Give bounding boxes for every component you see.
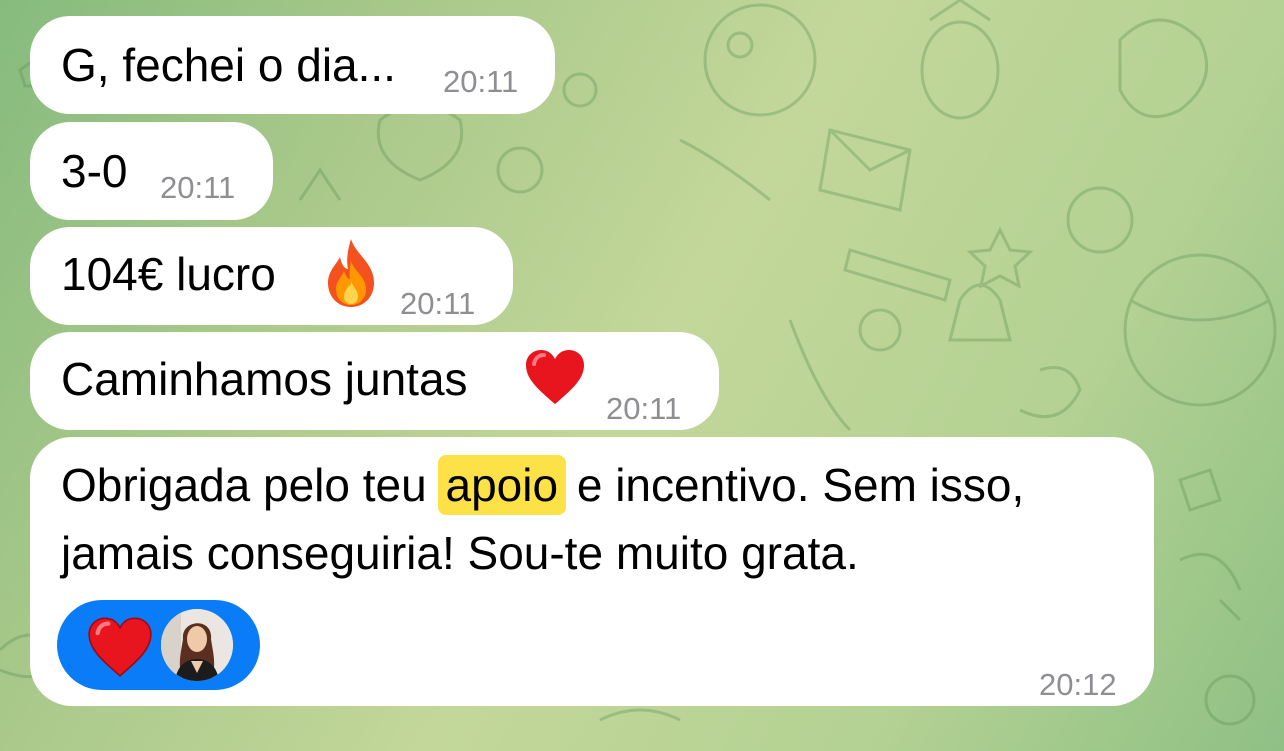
- message-timestamp: 20:11: [443, 64, 519, 99]
- message-text-line1: Obrigada pelo teu apoio e incentivo. Sem…: [61, 454, 1024, 516]
- message-bubble[interactable]: G, fechei o dia... 20:11: [30, 16, 555, 114]
- message-text: G, fechei o dia...: [61, 39, 396, 91]
- red-heart-emoji: [524, 348, 586, 406]
- message-timestamp: 20:11: [400, 286, 476, 321]
- message-bubble[interactable]: 3-0 20:11: [30, 122, 273, 220]
- message-bubble[interactable]: 104€ lucro 20:11: [30, 227, 513, 325]
- message-timestamp: 20:12: [1039, 667, 1117, 702]
- fire-emoji: [320, 237, 382, 309]
- red-heart-icon: [87, 614, 153, 680]
- message-text: 104€ lucro: [61, 248, 276, 300]
- message-text-part: Obrigada pelo teu: [61, 459, 440, 511]
- highlighted-word[interactable]: apoio: [437, 455, 567, 515]
- user-avatar[interactable]: [161, 609, 233, 681]
- message-timestamp: 20:11: [160, 170, 236, 205]
- message-bubble[interactable]: Obrigada pelo teu apoio e incentivo. Sem…: [30, 437, 1154, 706]
- message-text-part: e incentivo. Sem isso,: [564, 459, 1025, 511]
- message-text-line2: jamais conseguiria! Sou-te muito grata.: [61, 527, 859, 579]
- message-bubble[interactable]: Caminhamos juntas 20:11: [30, 332, 719, 430]
- reaction-pill[interactable]: [57, 600, 260, 690]
- message-timestamp: 20:11: [606, 391, 682, 426]
- message-text: 3-0: [61, 145, 128, 197]
- message-text: Caminhamos juntas: [61, 353, 468, 405]
